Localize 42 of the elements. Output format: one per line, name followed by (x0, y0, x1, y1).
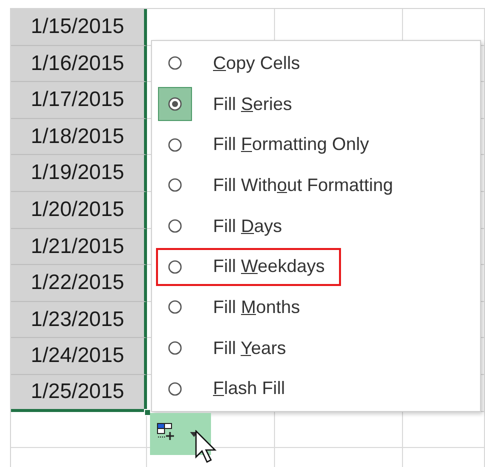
menu-item[interactable]: Flash Fill (158, 372, 300, 406)
radio-icon (168, 97, 182, 111)
table-cell: 1/22/2015 (11, 265, 147, 302)
table-cell: 1/24/2015 (11, 338, 147, 375)
table-cell: 1/17/2015 (11, 82, 147, 119)
radio-icon (168, 382, 182, 396)
radio-button[interactable] (158, 87, 192, 121)
menu-item[interactable]: Fill Days (158, 209, 296, 244)
radio-icon (168, 178, 182, 192)
menu-item[interactable]: Fill Formatting Only (158, 128, 384, 162)
menu-item-label: Fill Formatting Only (213, 133, 370, 156)
table-cell: 1/15/2015 (11, 9, 147, 46)
menu-item[interactable]: Copy Cells (158, 46, 314, 80)
table-cell: 1/25/2015 (11, 374, 147, 412)
menu-item-label: Fill Months (213, 296, 300, 319)
fill-options-icon (157, 423, 177, 441)
mouse-pointer-icon (195, 430, 217, 464)
menu-item[interactable]: Fill Series (158, 87, 306, 121)
table-cell: 1/19/2015 (11, 155, 147, 192)
menu-item-label: Fill Days (213, 214, 282, 238)
radio-icon (168, 138, 182, 152)
table-cell: 1/21/2015 (11, 228, 147, 266)
fill-handle[interactable] (144, 409, 151, 416)
radio-icon (168, 56, 182, 70)
menu-item-label: Fill Series (213, 92, 292, 116)
menu-item-label: Fill Without Formatting (213, 174, 394, 197)
menu-item[interactable]: Fill Without Formatting (158, 168, 408, 202)
radio-icon (168, 300, 182, 314)
radio-icon (168, 341, 182, 356)
table-cell: 1/20/2015 (11, 192, 147, 229)
table-cell: 1/23/2015 (11, 302, 147, 338)
radio-icon (168, 260, 182, 274)
menu-item[interactable]: Fill Years (158, 331, 300, 366)
menu-item-label: Copy Cells (213, 52, 300, 75)
menu-item[interactable]: Fill Weekdays (158, 250, 339, 284)
menu-item-label: Flash Fill (213, 377, 286, 400)
menu-item[interactable]: Fill Months (158, 290, 314, 324)
menu-item-label: Fill Years (213, 336, 286, 360)
menu-item-label: Fill Weekdays (213, 255, 325, 278)
table-cell: 1/16/2015 (11, 46, 147, 82)
radio-icon (168, 219, 182, 234)
table-cell: 1/18/2015 (11, 118, 147, 156)
